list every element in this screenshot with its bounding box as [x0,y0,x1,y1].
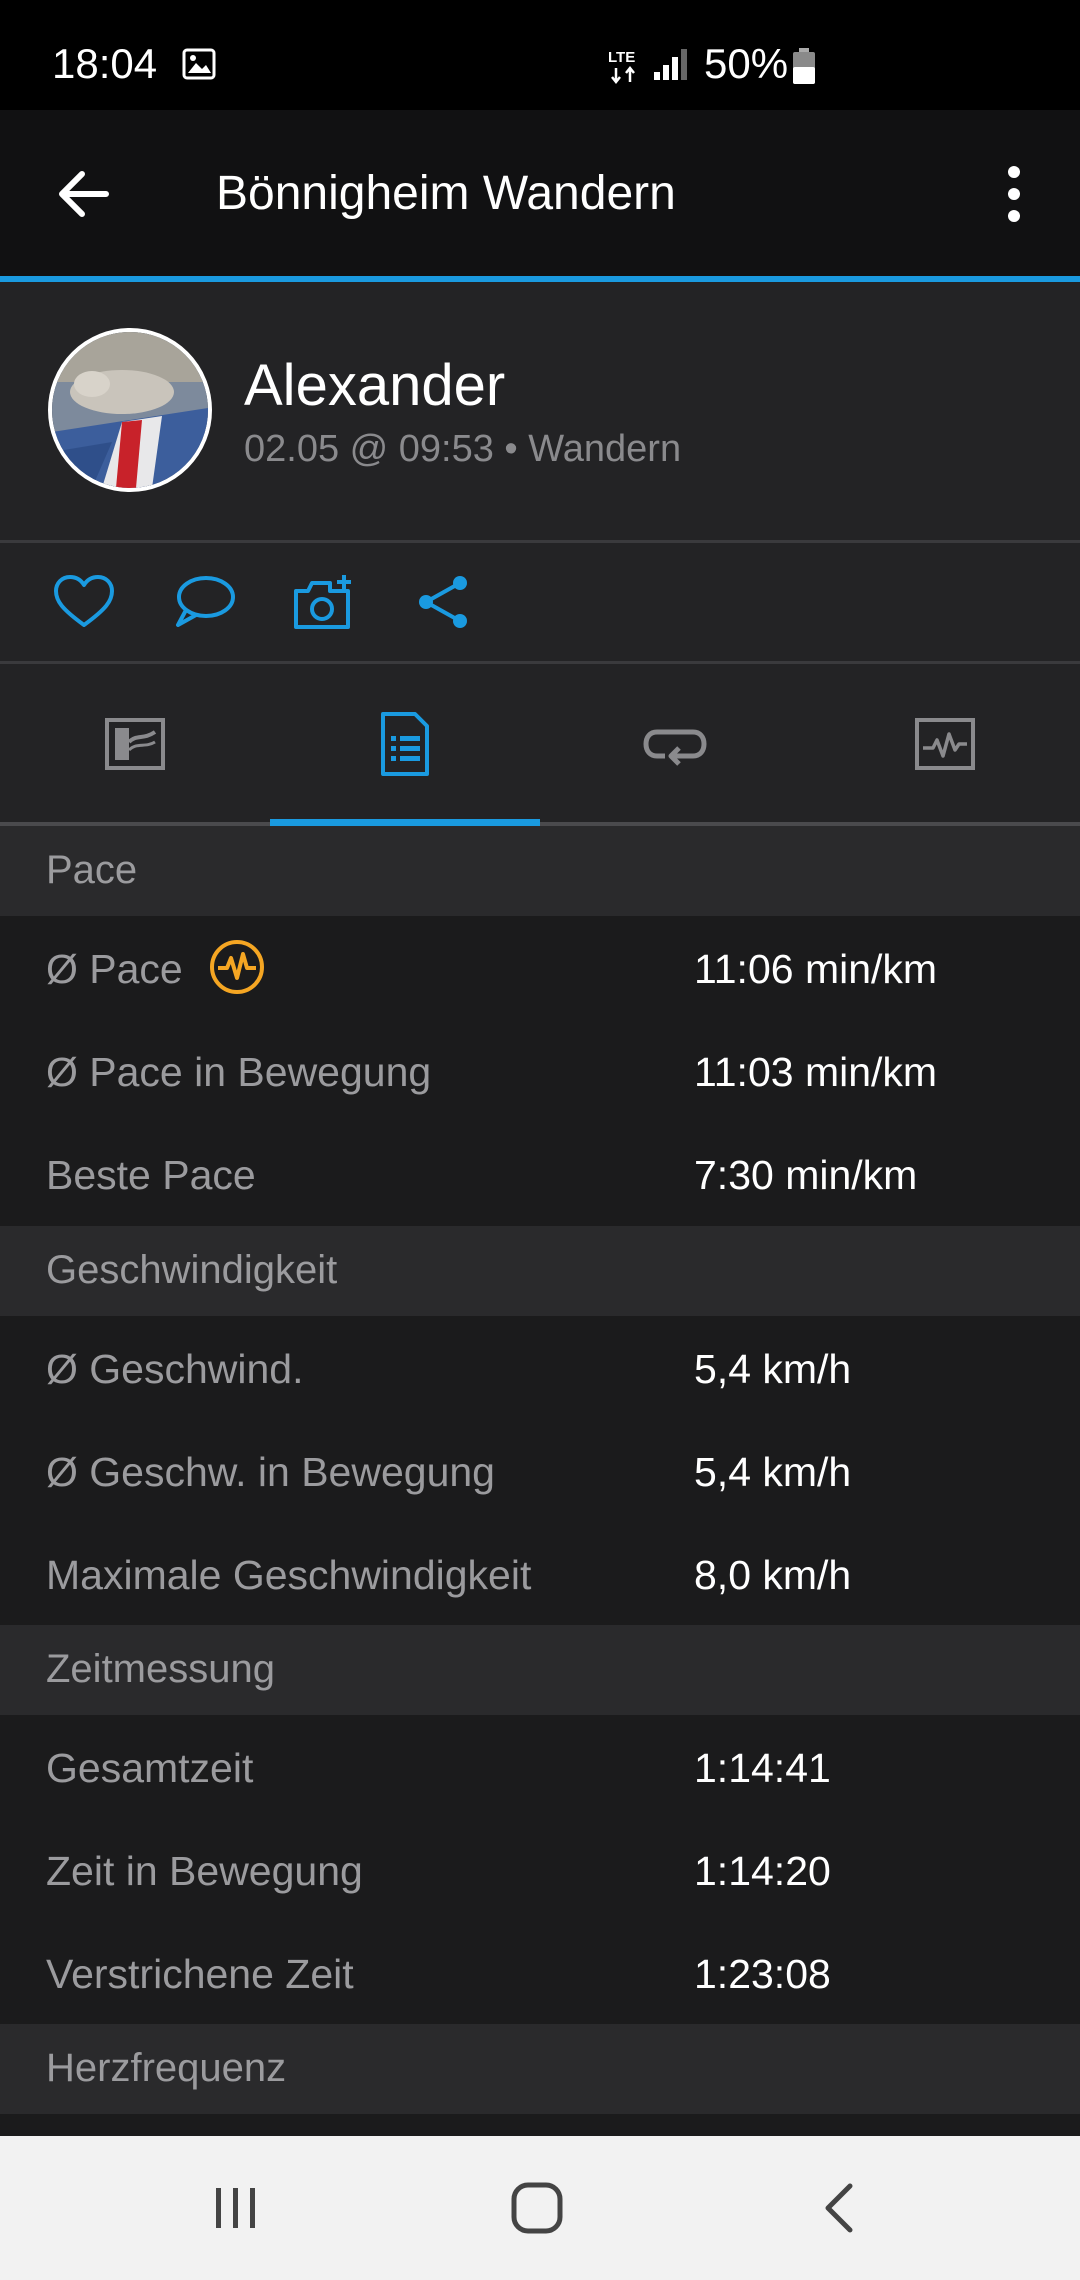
stat-label: Gesamtzeit [46,1745,254,1791]
avatar-image [52,332,208,488]
section-title: Geschwindigkeit [46,1248,338,1292]
section-header-heart-rate: Herzfrequenz [0,2024,1080,2114]
svg-text:LTE: LTE [608,49,635,66]
user-name: Alexander [244,353,506,418]
map-tab[interactable] [0,664,270,826]
more-vert-icon[interactable] [994,164,1034,224]
stats-tab[interactable] [270,664,540,826]
battery-icon [793,48,815,84]
loop-icon [643,729,707,766]
stat-label: Ø Geschwind. [46,1346,304,1392]
heart-icon[interactable] [52,573,116,631]
stat-value: 8,0 km/h [694,1552,852,1598]
stat-label: Ø Geschw. in Bewegung [46,1449,495,1495]
section-title: Herzfrequenz [46,2046,287,2090]
comment-icon[interactable] [172,573,236,631]
section-header-pace: Pace [0,826,1080,916]
stat-row-moving-pace[interactable]: Ø Pace in Bewegung 11:03 min/km [0,1019,1080,1122]
stat-row-moving-time[interactable]: Zeit in Bewegung 1:14:20 [0,1818,1080,1921]
laps-tab[interactable] [540,664,810,826]
stat-value: 1:14:41 [694,1745,831,1791]
section-title: Pace [46,848,138,892]
document-list-icon [381,712,429,776]
image-icon [182,48,216,80]
status-bar: 18:04 LTE 50% [0,0,1080,110]
stat-value: 7:30 min/km [694,1152,918,1198]
activity-header: Alexander 02.05 @ 09:53 • Wandern [0,282,1080,540]
page-title: Bönnigheim Wandern [216,167,676,220]
stat-row-avg-pace[interactable]: Ø Pace 11:06 min/km [0,916,1080,1019]
system-nav-bar [0,2136,1080,2280]
section-header-timing: Zeitmessung [0,1625,1080,1715]
section-title: Zeitmessung [46,1647,275,1691]
section-header-speed: Geschwindigkeit [0,1226,1080,1316]
recent-apps-icon[interactable] [206,2178,266,2238]
stat-label: Ø Pace in Bewegung [46,1049,432,1095]
signal-icon [654,49,687,80]
stat-value: 5,4 km/h [694,1346,852,1392]
stat-value: 1:14:20 [694,1848,831,1894]
map-icon [105,718,165,770]
add-photo-icon[interactable] [292,573,356,631]
stat-value: 11:03 min/km [694,1049,938,1095]
charts-tab[interactable] [810,664,1080,826]
battery-percent: 50% [704,40,789,87]
stat-row-elapsed-time[interactable]: Verstrichene Zeit 1:23:08 [0,1921,1080,2024]
stat-value: 5,4 km/h [694,1449,852,1495]
stat-label: Maximale Geschwindigkeit [46,1552,532,1598]
app-bar: Bönnigheim Wandern [0,110,1080,276]
stat-label: Ø Pace [46,946,183,992]
avatar[interactable] [48,328,212,492]
stat-row-total-time[interactable]: Gesamtzeit 1:14:41 [0,1715,1080,1818]
lte-icon: LTE [608,49,635,85]
activity-meta: 02.05 @ 09:53 • Wandern [244,428,682,470]
stat-label: Verstrichene Zeit [46,1951,354,1997]
back-arrow-icon[interactable] [52,162,116,226]
tab-active-indicator [270,819,540,826]
stat-row-avg-speed[interactable]: Ø Geschwind. 5,4 km/h [0,1316,1080,1419]
stat-row-max-speed[interactable]: Maximale Geschwindigkeit 8,0 km/h [0,1522,1080,1625]
stat-value: 1:23:08 [694,1951,831,1997]
heart-rate-badge-icon[interactable] [208,938,266,996]
action-bar [0,543,1080,661]
status-time: 18:04 [52,40,158,87]
back-icon[interactable] [810,2178,870,2238]
stat-row-best-pace[interactable]: Beste Pace 7:30 min/km [0,1122,1080,1225]
share-icon[interactable] [412,573,476,631]
home-icon[interactable] [507,2178,567,2238]
stat-value: 11:06 min/km [694,946,938,992]
activity-tabs [0,664,1080,826]
stat-label: Zeit in Bewegung [46,1848,363,1894]
stat-row-moving-speed[interactable]: Ø Geschw. in Bewegung 5,4 km/h [0,1419,1080,1522]
stat-label: Beste Pace [46,1152,256,1198]
chart-icon [915,718,975,770]
